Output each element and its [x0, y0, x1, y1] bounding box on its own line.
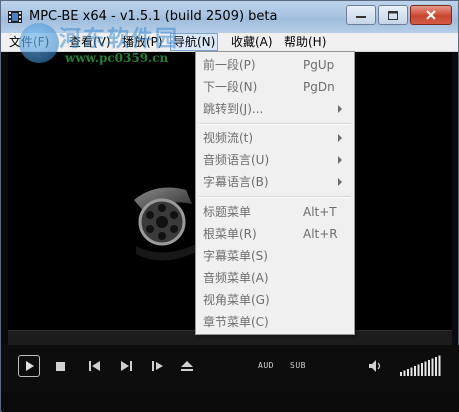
maximize-button[interactable] — [378, 5, 408, 25]
volume-bar[interactable] — [403, 370, 406, 377]
menu-item-angle-menu[interactable]: 视角菜单(G) — [196, 289, 354, 311]
menu-item-label: 音频语言(U) — [203, 153, 270, 167]
volume-bar[interactable] — [431, 358, 434, 377]
menu-item-subtitle-menu[interactable]: 字幕菜单(S) — [196, 245, 354, 267]
menu-separator — [199, 196, 351, 198]
menu-item-shortcut: PgDn — [303, 80, 335, 94]
menu-item-label: 前一段(P) — [203, 58, 256, 72]
menu-item-video-stream[interactable]: 视频流(t) — [196, 127, 354, 149]
volume-slider[interactable] — [400, 354, 444, 376]
skip-next-icon — [120, 361, 132, 371]
window-title: MPC-BE x64 - v1.5.1 (build 2509) beta — [29, 9, 278, 24]
minimize-icon — [356, 16, 366, 18]
play-button[interactable] — [18, 355, 40, 377]
menu-favorites[interactable]: 收藏(A) — [229, 34, 275, 50]
menu-item-shortcut: Alt+R — [303, 227, 338, 241]
menu-item-label: 字幕菜单(S) — [203, 249, 268, 263]
minimize-button[interactable] — [346, 5, 376, 25]
menu-file[interactable]: 文件(F) — [7, 34, 51, 50]
volume-bar[interactable] — [407, 369, 409, 376]
eject-button[interactable] — [180, 359, 194, 373]
menu-play[interactable]: 播放(P) — [120, 34, 165, 50]
volume-bar[interactable] — [417, 364, 420, 377]
menu-help[interactable]: 帮助(H) — [282, 34, 328, 50]
close-icon — [426, 10, 436, 20]
mute-button[interactable] — [368, 358, 384, 374]
menu-item-label: 章节菜单(C) — [203, 315, 269, 329]
subtitle-track-button[interactable]: SUB — [290, 361, 306, 370]
submenu-arrow-icon — [338, 134, 342, 142]
status-bar — [2, 391, 459, 412]
frame-step-button[interactable] — [150, 360, 164, 372]
menu-item-shortcut: Alt+T — [303, 205, 337, 219]
menu-item-previous-chapter[interactable]: 前一段(P) PgUp — [196, 54, 354, 76]
menu-item-audio-menu[interactable]: 音频菜单(A) — [196, 267, 354, 289]
menu-item-label: 视角菜单(G) — [203, 293, 270, 307]
menu-item-label: 标题菜单 — [203, 205, 252, 219]
audio-track-button[interactable]: AUD — [258, 361, 274, 370]
submenu-arrow-icon — [338, 105, 342, 113]
frame-step-icon — [151, 361, 163, 371]
volume-bar[interactable] — [400, 372, 402, 376]
menu-item-chapter-menu[interactable]: 章节菜单(C) — [196, 311, 354, 333]
menu-item-jump-to[interactable]: 跳转到(J)... — [196, 98, 354, 120]
volume-bar[interactable] — [424, 361, 427, 377]
speaker-icon — [369, 360, 381, 372]
volume-bar[interactable] — [414, 366, 416, 376]
menu-item-label: 下一段(N) — [203, 80, 258, 94]
close-button[interactable] — [410, 5, 452, 25]
volume-bar[interactable] — [410, 367, 413, 377]
navigation-menu: 前一段(P) PgUp 下一段(N) PgDn 跳转到(J)... 视频流(t)… — [195, 51, 355, 335]
volume-bar[interactable] — [435, 357, 437, 376]
player-window: MPC-BE x64 - v1.5.1 (build 2509) beta 文件… — [0, 0, 459, 412]
menu-view[interactable]: 查看(V) — [67, 34, 113, 50]
menu-item-subtitle-language[interactable]: 字幕语言(B) — [196, 171, 354, 193]
volume-bar[interactable] — [421, 363, 423, 376]
eject-icon — [181, 360, 193, 371]
menu-separator — [199, 123, 351, 125]
menu-item-shortcut: PgUp — [303, 58, 335, 72]
volume-bar[interactable] — [428, 360, 430, 376]
menu-navigate[interactable]: 导航(N) — [170, 33, 219, 51]
stop-button[interactable] — [54, 360, 66, 372]
menu-item-audio-language[interactable]: 音频语言(U) — [196, 149, 354, 171]
previous-button[interactable] — [87, 360, 101, 372]
control-bar: AUD SUB — [2, 345, 459, 391]
film-reel-logo — [134, 187, 196, 261]
title-bar[interactable]: MPC-BE x64 - v1.5.1 (build 2509) beta — [1, 1, 458, 33]
submenu-arrow-icon — [338, 156, 342, 164]
submenu-arrow-icon — [338, 178, 342, 186]
maximize-icon — [388, 10, 398, 20]
play-icon — [26, 361, 34, 371]
menu-item-label: 音频菜单(A) — [203, 271, 269, 285]
menu-item-label: 跳转到(J)... — [203, 102, 264, 116]
skip-previous-icon — [88, 361, 100, 371]
menu-item-next-chapter[interactable]: 下一段(N) PgDn — [196, 76, 354, 98]
menu-item-label: 根菜单(R) — [203, 227, 257, 241]
menu-bar: 文件(F) 查看(V) 播放(P) 导航(N) 收藏(A) 帮助(H) — [1, 33, 458, 52]
stop-icon — [55, 361, 65, 371]
menu-item-root-menu[interactable]: 根菜单(R) Alt+R — [196, 223, 354, 245]
next-button[interactable] — [119, 360, 133, 372]
volume-bar[interactable] — [438, 355, 441, 377]
menu-item-title-menu[interactable]: 标题菜单 Alt+T — [196, 201, 354, 223]
menu-item-label: 视频流(t) — [203, 131, 254, 145]
app-icon — [8, 11, 22, 23]
menu-item-label: 字幕语言(B) — [203, 175, 269, 189]
